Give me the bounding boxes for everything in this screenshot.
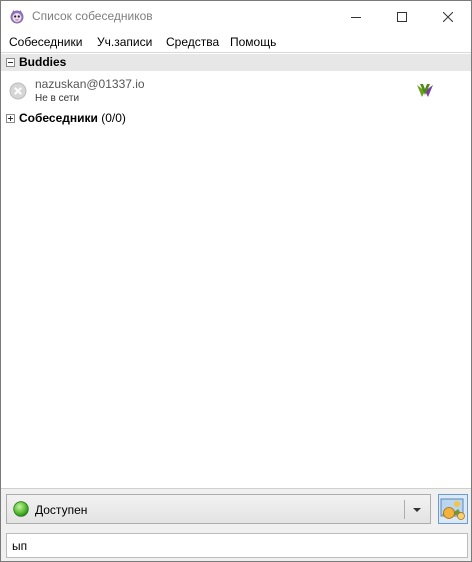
combo-separator: [404, 500, 405, 519]
maximize-icon: [397, 11, 407, 22]
jabber-xmpp-icon: [417, 84, 433, 97]
buddy-status-text: Не в сети: [35, 93, 80, 104]
menu-buddies[interactable]: Собеседники: [9, 35, 82, 49]
buddy-list-tree[interactable]: Buddies nazuskan@01337.io Не в сети Собе…: [1, 54, 471, 488]
group-label: Собеседники (0/0): [19, 111, 126, 125]
minimize-icon: [351, 16, 361, 18]
group-name: Buddies: [19, 55, 67, 69]
buddy-name: nazuskan@01337.io: [35, 77, 145, 91]
group-row-buddies[interactable]: Buddies: [1, 54, 471, 71]
group-row-contacts[interactable]: Собеседники (0/0): [1, 110, 471, 127]
menu-bar: Собеседники Уч.записи Средства Помощь: [1, 32, 471, 53]
title-bar[interactable]: Список собеседников: [1, 1, 471, 32]
status-area: Доступен: [1, 488, 471, 561]
pidgin-app-icon: [10, 10, 24, 24]
group-count: (0/0): [101, 111, 126, 125]
buddy-row[interactable]: nazuskan@01337.io Не в сети: [1, 74, 471, 108]
buddy-list-window: Список собеседников Собеседники Уч.запис…: [0, 0, 472, 562]
menu-accounts[interactable]: Уч.записи: [97, 35, 152, 49]
menu-help[interactable]: Помощь: [230, 35, 276, 49]
menu-tools[interactable]: Средства: [166, 35, 219, 49]
close-button[interactable]: [425, 1, 471, 32]
expand-plus-icon[interactable]: [6, 114, 15, 123]
status-selector[interactable]: Доступен: [6, 494, 431, 524]
status-message-input[interactable]: [6, 533, 468, 558]
chevron-down-icon[interactable]: [412, 507, 422, 513]
avatar-icon: [440, 498, 465, 520]
collapse-minus-icon[interactable]: [6, 58, 15, 67]
close-icon: [443, 11, 453, 22]
window-title: Список собеседников: [32, 9, 153, 23]
offline-x-icon: [9, 82, 27, 100]
status-selected-label: Доступен: [35, 503, 88, 517]
minimize-button[interactable]: [333, 1, 379, 32]
group-name: Собеседники: [19, 111, 98, 125]
maximize-button[interactable]: [379, 1, 425, 32]
buddy-icon-button[interactable]: [438, 494, 468, 524]
available-green-icon: [13, 501, 29, 517]
